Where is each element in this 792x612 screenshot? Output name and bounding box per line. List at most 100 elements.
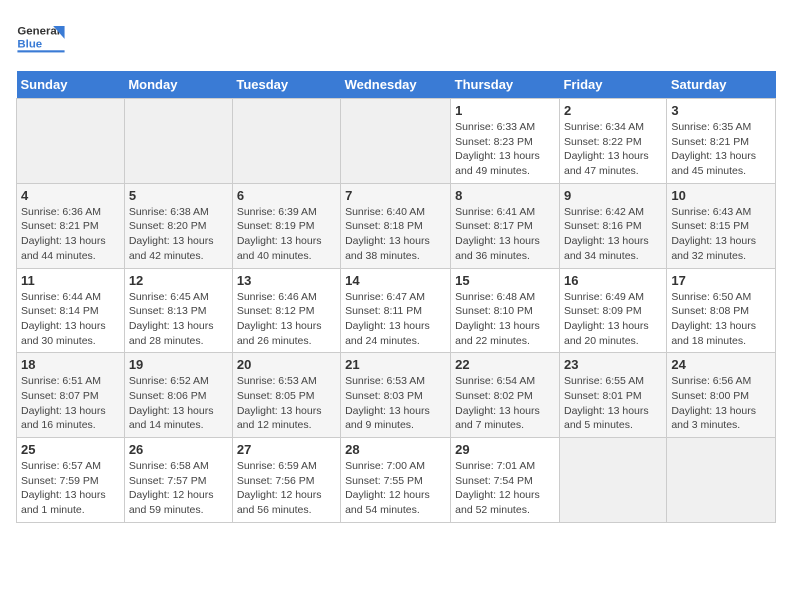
calendar-cell: 3 Sunrise: 6:35 AMSunset: 8:21 PMDaylight… [667, 99, 776, 184]
calendar-cell: 27 Sunrise: 6:59 AMSunset: 7:56 PMDayligh… [232, 438, 340, 523]
day-number: 26 [129, 442, 228, 457]
day-details: Sunrise: 6:50 AMSunset: 8:08 PMDaylight:… [671, 290, 771, 349]
calendar-cell: 21 Sunrise: 6:53 AMSunset: 8:03 PMDayligh… [341, 353, 451, 438]
weekday-header-thursday: Thursday [451, 71, 560, 99]
day-number: 20 [237, 357, 336, 372]
day-details: Sunrise: 6:54 AMSunset: 8:02 PMDaylight:… [455, 374, 555, 433]
day-number: 5 [129, 188, 228, 203]
calendar-cell: 29 Sunrise: 7:01 AMSunset: 7:54 PMDayligh… [451, 438, 560, 523]
calendar-cell: 9 Sunrise: 6:42 AMSunset: 8:16 PMDaylight… [559, 183, 666, 268]
calendar-cell: 11Sunrise: 6:44 AMSunset: 8:14 PMDayligh… [17, 268, 125, 353]
day-details: Sunrise: 6:48 AMSunset: 8:10 PMDaylight:… [455, 290, 555, 349]
day-details: Sunrise: 6:33 AMSunset: 8:23 PMDaylight:… [455, 120, 555, 179]
day-number: 6 [237, 188, 336, 203]
day-details: Sunrise: 6:46 AMSunset: 8:12 PMDaylight:… [237, 290, 336, 349]
day-details: Sunrise: 6:58 AMSunset: 7:57 PMDaylight:… [129, 459, 228, 518]
day-number: 9 [564, 188, 662, 203]
calendar-cell: 16 Sunrise: 6:49 AMSunset: 8:09 PMDayligh… [559, 268, 666, 353]
day-details: Sunrise: 7:00 AMSunset: 7:55 PMDaylight:… [345, 459, 446, 518]
calendar-cell [559, 438, 666, 523]
day-details: Sunrise: 6:53 AMSunset: 8:03 PMDaylight:… [345, 374, 446, 433]
calendar-cell: 10 Sunrise: 6:43 AMSunset: 8:15 PMDayligh… [667, 183, 776, 268]
day-details: Sunrise: 6:34 AMSunset: 8:22 PMDaylight:… [564, 120, 662, 179]
day-details: Sunrise: 6:49 AMSunset: 8:09 PMDaylight:… [564, 290, 662, 349]
calendar-cell: 28 Sunrise: 7:00 AMSunset: 7:55 PMDayligh… [341, 438, 451, 523]
logo-svg: General Blue [16, 16, 66, 61]
day-details: Sunrise: 6:51 AMSunset: 8:07 PMDaylight:… [21, 374, 120, 433]
calendar-cell: 2 Sunrise: 6:34 AMSunset: 8:22 PMDaylight… [559, 99, 666, 184]
day-details: Sunrise: 6:59 AMSunset: 7:56 PMDaylight:… [237, 459, 336, 518]
day-number: 2 [564, 103, 662, 118]
day-number: 27 [237, 442, 336, 457]
calendar-cell: 4 Sunrise: 6:36 AMSunset: 8:21 PMDaylight… [17, 183, 125, 268]
day-number: 7 [345, 188, 446, 203]
day-details: Sunrise: 6:41 AMSunset: 8:17 PMDaylight:… [455, 205, 555, 264]
day-details: Sunrise: 6:43 AMSunset: 8:15 PMDaylight:… [671, 205, 771, 264]
day-number: 8 [455, 188, 555, 203]
day-number: 4 [21, 188, 120, 203]
calendar-cell: 8 Sunrise: 6:41 AMSunset: 8:17 PMDaylight… [451, 183, 560, 268]
day-details: Sunrise: 7:01 AMSunset: 7:54 PMDaylight:… [455, 459, 555, 518]
logo: General Blue [16, 16, 66, 61]
calendar-cell: 18 Sunrise: 6:51 AMSunset: 8:07 PMDayligh… [17, 353, 125, 438]
calendar-cell: 6 Sunrise: 6:39 AMSunset: 8:19 PMDaylight… [232, 183, 340, 268]
calendar-week-row: 1 Sunrise: 6:33 AMSunset: 8:23 PMDaylight… [17, 99, 776, 184]
calendar-cell [667, 438, 776, 523]
calendar-cell: 7 Sunrise: 6:40 AMSunset: 8:18 PMDaylight… [341, 183, 451, 268]
day-number: 1 [455, 103, 555, 118]
weekday-header-wednesday: Wednesday [341, 71, 451, 99]
calendar-cell: 1 Sunrise: 6:33 AMSunset: 8:23 PMDaylight… [451, 99, 560, 184]
weekday-header-monday: Monday [124, 71, 232, 99]
day-details: Sunrise: 6:47 AMSunset: 8:11 PMDaylight:… [345, 290, 446, 349]
calendar-cell: 15 Sunrise: 6:48 AMSunset: 8:10 PMDayligh… [451, 268, 560, 353]
calendar-cell: 26 Sunrise: 6:58 AMSunset: 7:57 PMDayligh… [124, 438, 232, 523]
day-number: 18 [21, 357, 120, 372]
day-details: Sunrise: 6:44 AMSunset: 8:14 PMDaylight:… [21, 290, 120, 349]
calendar-cell: 14Sunrise: 6:47 AMSunset: 8:11 PMDayligh… [341, 268, 451, 353]
day-details: Sunrise: 6:45 AMSunset: 8:13 PMDaylight:… [129, 290, 228, 349]
calendar-cell [232, 99, 340, 184]
day-number: 28 [345, 442, 446, 457]
calendar-cell: 5 Sunrise: 6:38 AMSunset: 8:20 PMDaylight… [124, 183, 232, 268]
day-number: 3 [671, 103, 771, 118]
calendar-week-row: 25Sunrise: 6:57 AMSunset: 7:59 PMDayligh… [17, 438, 776, 523]
calendar-cell: 12 Sunrise: 6:45 AMSunset: 8:13 PMDayligh… [124, 268, 232, 353]
day-details: Sunrise: 6:39 AMSunset: 8:19 PMDaylight:… [237, 205, 336, 264]
day-details: Sunrise: 6:40 AMSunset: 8:18 PMDaylight:… [345, 205, 446, 264]
day-number: 22 [455, 357, 555, 372]
day-number: 16 [564, 273, 662, 288]
day-number: 10 [671, 188, 771, 203]
weekday-header-sunday: Sunday [17, 71, 125, 99]
day-number: 12 [129, 273, 228, 288]
calendar-cell: 22 Sunrise: 6:54 AMSunset: 8:02 PMDayligh… [451, 353, 560, 438]
day-number: 29 [455, 442, 555, 457]
calendar-cell: 25Sunrise: 6:57 AMSunset: 7:59 PMDayligh… [17, 438, 125, 523]
day-details: Sunrise: 6:56 AMSunset: 8:00 PMDaylight:… [671, 374, 771, 433]
calendar-cell: 23Sunrise: 6:55 AMSunset: 8:01 PMDayligh… [559, 353, 666, 438]
calendar-header-row: SundayMondayTuesdayWednesdayThursdayFrid… [17, 71, 776, 99]
day-details: Sunrise: 6:52 AMSunset: 8:06 PMDaylight:… [129, 374, 228, 433]
calendar-week-row: 18 Sunrise: 6:51 AMSunset: 8:07 PMDayligh… [17, 353, 776, 438]
day-details: Sunrise: 6:55 AMSunset: 8:01 PMDaylight:… [564, 374, 662, 433]
day-number: 24 [671, 357, 771, 372]
weekday-header-saturday: Saturday [667, 71, 776, 99]
calendar-cell: 24 Sunrise: 6:56 AMSunset: 8:00 PMDayligh… [667, 353, 776, 438]
day-details: Sunrise: 6:38 AMSunset: 8:20 PMDaylight:… [129, 205, 228, 264]
svg-text:Blue: Blue [17, 38, 42, 50]
weekday-header-friday: Friday [559, 71, 666, 99]
day-number: 17 [671, 273, 771, 288]
day-number: 21 [345, 357, 446, 372]
calendar-week-row: 11Sunrise: 6:44 AMSunset: 8:14 PMDayligh… [17, 268, 776, 353]
day-details: Sunrise: 6:42 AMSunset: 8:16 PMDaylight:… [564, 205, 662, 264]
day-number: 15 [455, 273, 555, 288]
day-details: Sunrise: 6:36 AMSunset: 8:21 PMDaylight:… [21, 205, 120, 264]
weekday-header-tuesday: Tuesday [232, 71, 340, 99]
page-header: General Blue [16, 16, 776, 61]
calendar-cell [124, 99, 232, 184]
day-details: Sunrise: 6:35 AMSunset: 8:21 PMDaylight:… [671, 120, 771, 179]
calendar-table: SundayMondayTuesdayWednesdayThursdayFrid… [16, 71, 776, 523]
calendar-cell: 13 Sunrise: 6:46 AMSunset: 8:12 PMDayligh… [232, 268, 340, 353]
day-number: 13 [237, 273, 336, 288]
calendar-cell [17, 99, 125, 184]
calendar-cell: 19Sunrise: 6:52 AMSunset: 8:06 PMDayligh… [124, 353, 232, 438]
